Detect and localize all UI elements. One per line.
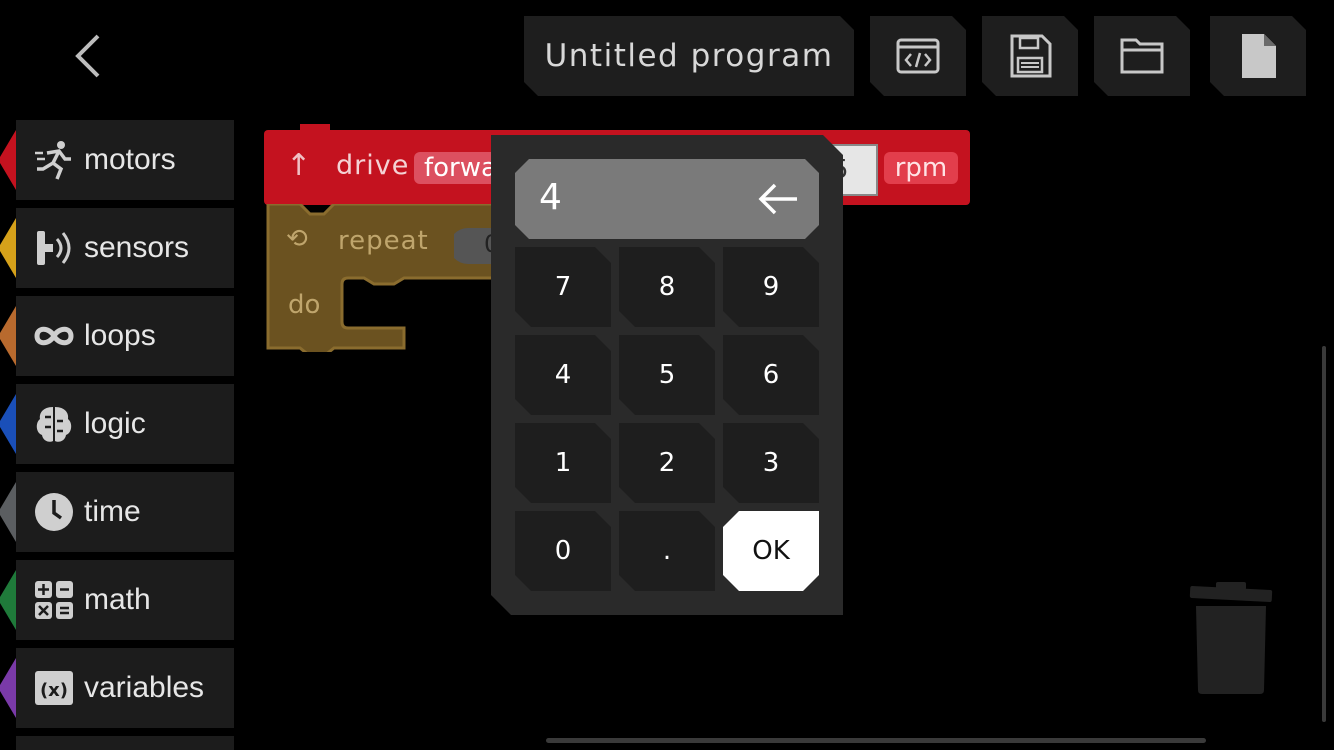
vertical-scrollbar[interactable] [1322, 346, 1326, 722]
clock-icon [30, 488, 78, 536]
do-label: do [288, 290, 321, 320]
keypad-display: 4 [515, 159, 819, 239]
category-label: loops [84, 319, 156, 352]
brain-icon [30, 400, 78, 448]
infinity-icon [30, 312, 78, 360]
category-variables[interactable]: (x) variables [0, 648, 234, 728]
category-label: sensors [84, 231, 190, 264]
save-button[interactable] [982, 16, 1078, 96]
key-9[interactable]: 9 [723, 247, 819, 327]
code-view-button[interactable] [870, 16, 966, 96]
running-icon [30, 136, 78, 184]
repeat-icon: ⟲ [286, 224, 308, 254]
sensor-icon [30, 224, 78, 272]
key-6[interactable]: 6 [723, 335, 819, 415]
program-title-button[interactable]: Untitled program [524, 16, 854, 96]
category-color-tab [0, 306, 16, 366]
new-file-button[interactable] [1210, 16, 1306, 96]
category-math[interactable]: math [0, 560, 234, 640]
category-color-tab [0, 130, 16, 190]
file-icon [1234, 32, 1282, 80]
key-2[interactable]: 2 [619, 423, 715, 503]
calculator-icon [30, 576, 78, 624]
repeat-label: repeat [338, 226, 429, 256]
category-color-tab [0, 218, 16, 278]
keypad-value: 4 [539, 177, 562, 218]
key-5[interactable]: 5 [619, 335, 715, 415]
back-button[interactable] [70, 30, 110, 82]
category-label: variables [84, 671, 205, 704]
category-label: time [84, 495, 141, 528]
key-decimal[interactable]: . [619, 511, 715, 591]
category-label: motors [84, 143, 176, 176]
drive-label: drive [336, 150, 410, 181]
key-0[interactable]: 0 [515, 511, 611, 591]
horizontal-scrollbar[interactable] [546, 738, 1206, 743]
key-4[interactable]: 4 [515, 335, 611, 415]
category-color-tab [0, 482, 16, 542]
category-color-tab [0, 570, 16, 630]
number-keypad: 4 7 8 9 4 5 6 1 2 3 0 . OK [491, 135, 843, 615]
code-icon [894, 32, 942, 80]
folder-icon [1118, 32, 1166, 80]
category-sensors[interactable]: sensors [0, 208, 234, 288]
program-title: Untitled program [544, 38, 834, 74]
key-1[interactable]: 1 [515, 423, 611, 503]
arrow-up-icon: ↑ [286, 148, 312, 183]
category-more[interactable] [16, 736, 234, 750]
backspace-icon[interactable] [757, 179, 801, 219]
category-color-tab [0, 394, 16, 454]
open-folder-button[interactable] [1094, 16, 1190, 96]
category-color-tab [0, 658, 16, 718]
category-loops[interactable]: loops [0, 296, 234, 376]
key-8[interactable]: 8 [619, 247, 715, 327]
trash-icon[interactable] [1188, 580, 1274, 696]
category-label: math [84, 583, 151, 616]
category-motors[interactable]: motors [0, 120, 234, 200]
save-icon [1006, 32, 1054, 80]
repeat-block-text: ⟲ repeat 0 do [264, 204, 504, 352]
variable-icon: (x) [30, 664, 78, 712]
chevron-left-icon [75, 34, 100, 78]
category-time[interactable]: time [0, 472, 234, 552]
ok-button[interactable]: OK [723, 511, 819, 591]
key-7[interactable]: 7 [515, 247, 611, 327]
key-3[interactable]: 3 [723, 423, 819, 503]
svg-text:(x): (x) [40, 680, 68, 701]
category-label: logic [84, 407, 146, 440]
category-logic[interactable]: logic [0, 384, 234, 464]
unit-dropdown[interactable]: rpm [884, 152, 958, 184]
